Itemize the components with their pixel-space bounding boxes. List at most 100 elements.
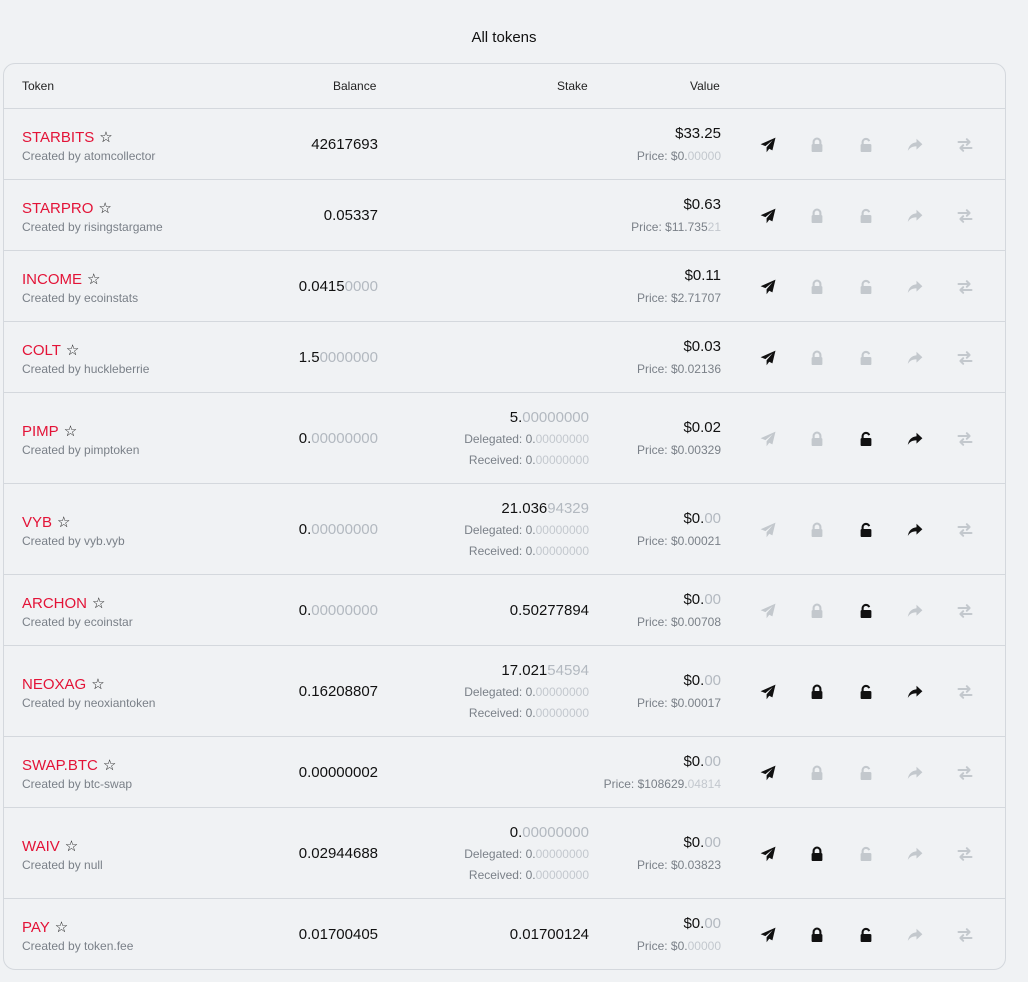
balance-value: 42617693 bbox=[311, 136, 378, 153]
tokens-table: Token Balance Stake Value STARBITS ☆ Creat… bbox=[3, 63, 1006, 970]
table-header: Token Balance Stake Value bbox=[4, 64, 1005, 109]
value-dim: 00 bbox=[704, 914, 721, 932]
delegate-action-icon[interactable] bbox=[903, 680, 927, 704]
send-action-icon[interactable] bbox=[756, 923, 780, 947]
favorite-star-icon[interactable]: ☆ bbox=[91, 675, 104, 693]
favorite-star-icon[interactable]: ☆ bbox=[55, 918, 68, 936]
stake-delegated: Delegated: 0.00000000 bbox=[464, 432, 589, 446]
balance-main: 0. bbox=[298, 601, 312, 619]
unstake-action-icon bbox=[854, 761, 878, 785]
token-link[interactable]: PIMP bbox=[22, 423, 59, 440]
unstake-action-icon[interactable] bbox=[854, 518, 878, 542]
token-link[interactable]: WAIV bbox=[22, 838, 60, 855]
unstake-action-icon[interactable] bbox=[854, 680, 878, 704]
favorite-star-icon[interactable]: ☆ bbox=[92, 594, 105, 612]
balance-dim: 00000000 bbox=[311, 520, 378, 538]
token-link[interactable]: NEOXAG bbox=[22, 676, 86, 693]
column-header-balance[interactable]: Balance bbox=[333, 79, 376, 93]
token-price: Price: $0.00708 bbox=[637, 615, 721, 629]
send-action-icon[interactable] bbox=[756, 204, 780, 228]
balance-main: 0. bbox=[298, 520, 312, 538]
column-header-value[interactable]: Value bbox=[690, 79, 720, 93]
favorite-star-icon[interactable]: ☆ bbox=[87, 270, 100, 288]
token-creator: Created by ecoinstar bbox=[22, 614, 133, 629]
delegate-action-icon[interactable] bbox=[903, 427, 927, 451]
token-link[interactable]: ARCHON bbox=[22, 595, 87, 612]
delegate-action-icon bbox=[903, 133, 927, 157]
token-creator: Created by neoxiantoken bbox=[22, 695, 156, 710]
send-action-icon[interactable] bbox=[756, 346, 780, 370]
delegated-main: Delegated: 0. bbox=[464, 846, 536, 861]
swap-action-icon bbox=[953, 761, 977, 785]
stake-delegated: Delegated: 0.00000000 bbox=[464, 523, 589, 537]
stake-delegated: Delegated: 0.00000000 bbox=[464, 847, 589, 861]
delegate-action-icon bbox=[903, 923, 927, 947]
unstake-action-icon[interactable] bbox=[854, 427, 878, 451]
value-dim: 00 bbox=[704, 752, 721, 770]
stake-action-icon[interactable] bbox=[805, 680, 829, 704]
balance-value: 0.02944688 bbox=[299, 845, 378, 862]
column-header-stake[interactable]: Stake bbox=[557, 79, 588, 93]
token-cell: ARCHON ☆ Created by ecoinstar bbox=[22, 594, 133, 629]
favorite-star-icon[interactable]: ☆ bbox=[64, 422, 77, 440]
token-link[interactable]: STARBITS bbox=[22, 129, 94, 146]
send-action-icon[interactable] bbox=[756, 761, 780, 785]
token-cell: PAY ☆ Created by token.fee bbox=[22, 918, 133, 953]
stake-action-icon bbox=[805, 761, 829, 785]
table-row: SWAP.BTC ☆ Created by btc-swap 0.00000002 $0… bbox=[4, 737, 1005, 808]
token-value: $0.02 bbox=[683, 419, 721, 436]
send-action-icon[interactable] bbox=[756, 133, 780, 157]
token-value: $0.03 bbox=[683, 338, 721, 355]
swap-action-icon bbox=[953, 275, 977, 299]
token-link[interactable]: SWAP.BTC bbox=[22, 757, 98, 774]
balance-dim: 0000000 bbox=[319, 348, 378, 366]
favorite-star-icon[interactable]: ☆ bbox=[66, 341, 79, 359]
unstake-action-icon[interactable] bbox=[854, 599, 878, 623]
token-price: Price: $2.71707 bbox=[637, 291, 721, 305]
send-action-icon bbox=[756, 427, 780, 451]
favorite-star-icon[interactable]: ☆ bbox=[98, 199, 111, 217]
column-header-token[interactable]: Token bbox=[22, 79, 54, 93]
favorite-star-icon[interactable]: ☆ bbox=[99, 128, 112, 146]
value-main: $0. bbox=[683, 509, 705, 527]
send-action-icon[interactable] bbox=[756, 842, 780, 866]
table-row: NEOXAG ☆ Created by neoxiantoken 0.16208807… bbox=[4, 646, 1005, 737]
token-link[interactable]: PAY bbox=[22, 919, 50, 936]
token-price: Price: $0.00017 bbox=[637, 696, 721, 710]
table-row: VYB ☆ Created by vyb.vyb 0.00000000 21.03694… bbox=[4, 484, 1005, 575]
delegate-action-icon bbox=[903, 275, 927, 299]
send-action-icon[interactable] bbox=[756, 680, 780, 704]
token-link[interactable]: COLT bbox=[22, 342, 61, 359]
stake-action-icon[interactable] bbox=[805, 842, 829, 866]
delegate-action-icon[interactable] bbox=[903, 518, 927, 542]
token-creator: Created by btc-swap bbox=[22, 776, 133, 791]
token-link[interactable]: VYB bbox=[22, 514, 52, 531]
token-link[interactable]: INCOME bbox=[22, 271, 82, 288]
stake-action-icon[interactable] bbox=[805, 923, 829, 947]
received-dim: 00000000 bbox=[535, 867, 589, 882]
token-creator: Created by ecoinstats bbox=[22, 290, 139, 305]
price-main: Price: $0.02136 bbox=[636, 361, 721, 376]
value-dim: 00 bbox=[704, 590, 721, 608]
delegated-dim: 00000000 bbox=[535, 846, 589, 861]
unstake-action-icon[interactable] bbox=[854, 923, 878, 947]
favorite-star-icon[interactable]: ☆ bbox=[65, 837, 78, 855]
balance-value: 1.50000000 bbox=[299, 349, 378, 366]
balance-value: 0.00000000 bbox=[299, 430, 378, 447]
received-dim: 00000000 bbox=[535, 543, 589, 558]
stake-delegated: Delegated: 0.00000000 bbox=[464, 685, 589, 699]
token-value: $33.25 bbox=[675, 125, 721, 142]
received-dim: 00000000 bbox=[535, 705, 589, 720]
favorite-star-icon[interactable]: ☆ bbox=[103, 756, 116, 774]
delegate-action-icon bbox=[903, 346, 927, 370]
token-value: $0.63 bbox=[683, 196, 721, 213]
favorite-star-icon[interactable]: ☆ bbox=[57, 513, 70, 531]
balance-value: 0.04150000 bbox=[299, 278, 378, 295]
stake-main: 0.50277894 bbox=[509, 601, 589, 619]
table-row: INCOME ☆ Created by ecoinstats 0.04150000 $0… bbox=[4, 251, 1005, 322]
token-price: Price: $0.00000 bbox=[637, 149, 721, 163]
token-link[interactable]: STARPRO bbox=[22, 200, 93, 217]
stake-value: 0.01700124 bbox=[510, 926, 589, 943]
send-action-icon[interactable] bbox=[756, 275, 780, 299]
balance-value: 0.00000002 bbox=[299, 764, 378, 781]
